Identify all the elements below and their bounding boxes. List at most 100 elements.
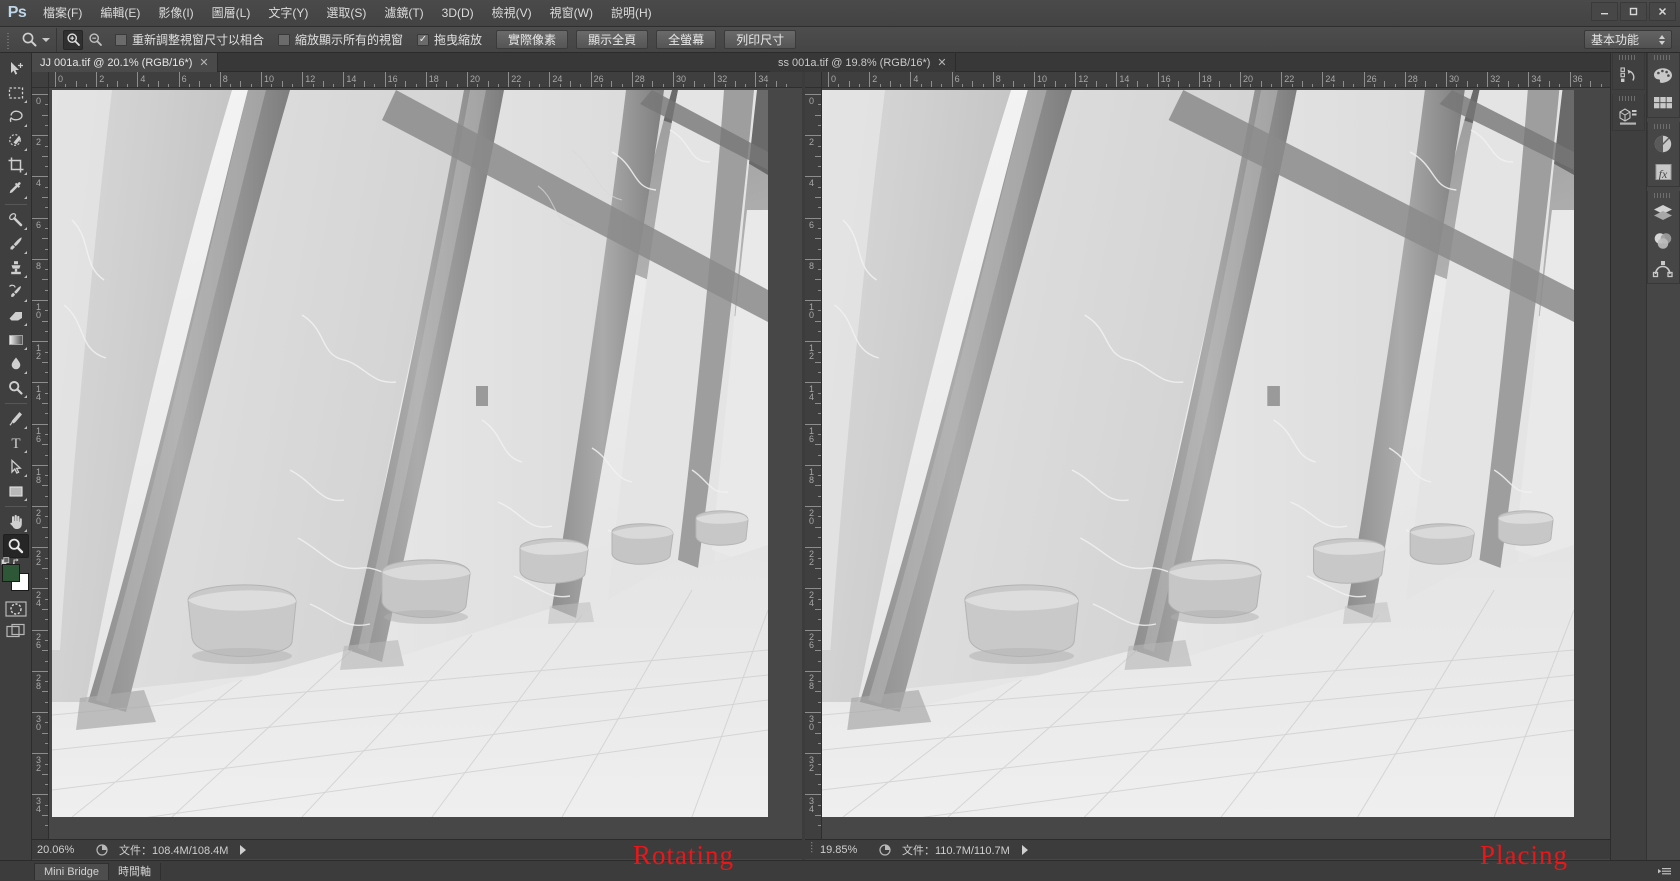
3d-panel-icon[interactable]	[1613, 102, 1644, 130]
dock-group-gripper-3[interactable]	[1647, 53, 1680, 61]
menu-item-1[interactable]: 編輯(E)	[91, 0, 149, 27]
color-swatches[interactable]	[0, 557, 30, 592]
tool-lasso[interactable]	[3, 105, 29, 129]
history-panel-icon[interactable]	[1613, 61, 1644, 89]
document-image-1[interactable]	[822, 90, 1574, 817]
horizontal-ruler-0[interactable]: 0 2 4 6 8 10 12 14 16 18 20 22 24 26 28 30 32 34	[49, 72, 802, 88]
option-checkbox-0[interactable]: 重新調整視窗尺寸以相合	[115, 31, 264, 48]
bottom-taskbar: Mini Bridge 時間軸	[0, 860, 1680, 881]
option-button-3[interactable]: 列印尺寸	[724, 30, 797, 49]
dock-group-gripper-1[interactable]	[1612, 53, 1645, 61]
tool-brush[interactable]	[3, 232, 29, 256]
menu-item-9[interactable]: 視窗(W)	[541, 0, 602, 27]
horizontal-ruler-1[interactable]: 0 2 4 6 8 10 12 14 16 18 20 22 24 26 28 30 32 34 36	[822, 72, 1610, 88]
dock-group-gripper-4[interactable]	[1647, 122, 1680, 130]
vertical-ruler-0[interactable]: 0 2 4 6 8 10 12 14 16 18 20 22 24 26 28 30 32 34	[32, 88, 49, 839]
tool-crop[interactable]	[3, 153, 29, 177]
document-tab-1-close-icon[interactable]: ✕	[937, 56, 946, 69]
menu-item-5[interactable]: 選取(S)	[317, 0, 375, 27]
menu-item-10[interactable]: 說明(H)	[602, 0, 661, 27]
close-button[interactable]	[1649, 2, 1676, 21]
tool-rectangle[interactable]	[3, 479, 29, 503]
option-button-1[interactable]: 顯示全頁	[576, 30, 649, 49]
tool-preset-picker[interactable]	[17, 27, 57, 52]
tool-path-selection[interactable]	[3, 455, 29, 479]
ruler-label: 14	[346, 74, 357, 84]
menu-item-6[interactable]: 濾鏡(T)	[375, 0, 432, 27]
menu-item-0-label: 檔案(F)	[43, 5, 83, 20]
zoom-level-0[interactable]: 20.06%	[37, 844, 89, 856]
canvas-area-0[interactable]	[49, 88, 802, 839]
dock-group-gripper-5[interactable]	[1647, 191, 1680, 199]
tool-rectangular-marquee[interactable]	[3, 81, 29, 105]
tool-type[interactable]: T	[3, 431, 29, 455]
canvas-area-1[interactable]	[822, 88, 1610, 839]
tool-preset-chevron-down-icon[interactable]	[42, 37, 50, 42]
color-panel-icon[interactable]	[1648, 61, 1679, 89]
maximize-button[interactable]	[1620, 2, 1647, 21]
paths-panel-icon[interactable]	[1648, 255, 1679, 283]
tool-dodge[interactable]	[3, 376, 29, 400]
ruler-minor-tick	[42, 650, 48, 652]
foreground-color-swatch[interactable]	[1, 564, 20, 582]
menu-item-2[interactable]: 影像(I)	[149, 0, 202, 27]
option-checkbox-1-box[interactable]	[278, 33, 291, 46]
swatches-panel-icon[interactable]	[1648, 89, 1679, 117]
tool-blur[interactable]	[3, 352, 29, 376]
document-image-0[interactable]	[52, 90, 768, 817]
tool-gradient[interactable]	[3, 328, 29, 352]
adjustments-panel-icon[interactable]	[1648, 130, 1679, 158]
status-gripper-1[interactable]	[810, 841, 820, 858]
ruler-major-tick	[384, 72, 386, 87]
zoom-out-button[interactable]	[85, 30, 105, 50]
status-expand-arrow-0[interactable]	[240, 844, 247, 855]
ruler-major-tick	[805, 588, 821, 590]
taskbar-tab-mini-bridge[interactable]: Mini Bridge	[34, 862, 110, 880]
ruler-minor-tick	[42, 114, 48, 116]
option-checkbox-1[interactable]: 縮放顯示所有的視窗	[278, 31, 403, 48]
minimize-button[interactable]	[1591, 2, 1618, 21]
document-tab-1[interactable]: ss 001a.tif @ 19.8% (RGB/16*) ✕	[770, 53, 956, 72]
workspace-selector[interactable]: 基本功能	[1584, 30, 1672, 49]
channels-panel-icon[interactable]	[1648, 227, 1679, 255]
option-checkbox-2[interactable]: 拖曳縮放	[417, 31, 482, 48]
document-tab-0-close-icon[interactable]: ✕	[199, 56, 208, 69]
ruler-major-tick	[805, 258, 821, 260]
zoom-in-button[interactable]	[63, 29, 83, 50]
ruler-minor-tick	[815, 238, 821, 240]
styles-panel-icon[interactable]: fx	[1648, 158, 1679, 186]
tool-hand[interactable]	[3, 510, 29, 534]
layers-panel-icon[interactable]	[1648, 199, 1679, 227]
menu-item-8[interactable]: 檢視(V)	[483, 0, 541, 27]
tool-history-brush[interactable]	[3, 280, 29, 304]
quick-mask-mode-button[interactable]	[3, 598, 29, 620]
taskbar-panel-menu-icon[interactable]	[1658, 865, 1674, 877]
menu-item-3[interactable]: 圖層(L)	[203, 0, 260, 27]
menu-item-7[interactable]: 3D(D)	[433, 0, 483, 27]
options-bar-gripper[interactable]	[4, 29, 14, 50]
status-expand-arrow-1[interactable]	[1021, 844, 1028, 855]
taskbar-tab-timeline[interactable]: 時間軸	[109, 862, 162, 880]
tool-clone-stamp[interactable]	[3, 256, 29, 280]
ruler-label: 24	[552, 74, 563, 84]
screen-mode-button[interactable]	[3, 620, 29, 642]
option-checkbox-0-box[interactable]	[115, 33, 127, 46]
zoom-level-1[interactable]: 19.85%	[820, 844, 872, 856]
tool-move[interactable]	[3, 57, 29, 81]
tool-pen[interactable]	[3, 407, 29, 431]
option-checkbox-2-box[interactable]	[417, 33, 430, 46]
option-button-0[interactable]: 實際像素	[496, 30, 569, 49]
tool-eraser[interactable]	[3, 304, 29, 328]
menu-item-4[interactable]: 文字(Y)	[259, 0, 317, 27]
ruler-major-tick	[32, 135, 48, 137]
menu-item-0[interactable]: 檔案(F)	[34, 0, 91, 27]
ruler-major-tick	[951, 72, 953, 87]
dock-group-gripper-2[interactable]	[1612, 94, 1645, 102]
option-button-2[interactable]: 全螢幕	[656, 30, 717, 49]
default-colors-and-swap-icons[interactable]	[0, 554, 21, 566]
vertical-ruler-1[interactable]: 0 2 4 6 8 10 12 14 16 18 20 22 24 26 28 30 32 34	[805, 88, 822, 839]
tool-quick-selection[interactable]	[3, 129, 29, 153]
document-tab-0[interactable]: JJ 001a.tif @ 20.1% (RGB/16*) ✕	[32, 53, 218, 72]
tool-eyedropper[interactable]	[3, 177, 29, 201]
tool-spot-healing-brush[interactable]	[3, 208, 29, 232]
